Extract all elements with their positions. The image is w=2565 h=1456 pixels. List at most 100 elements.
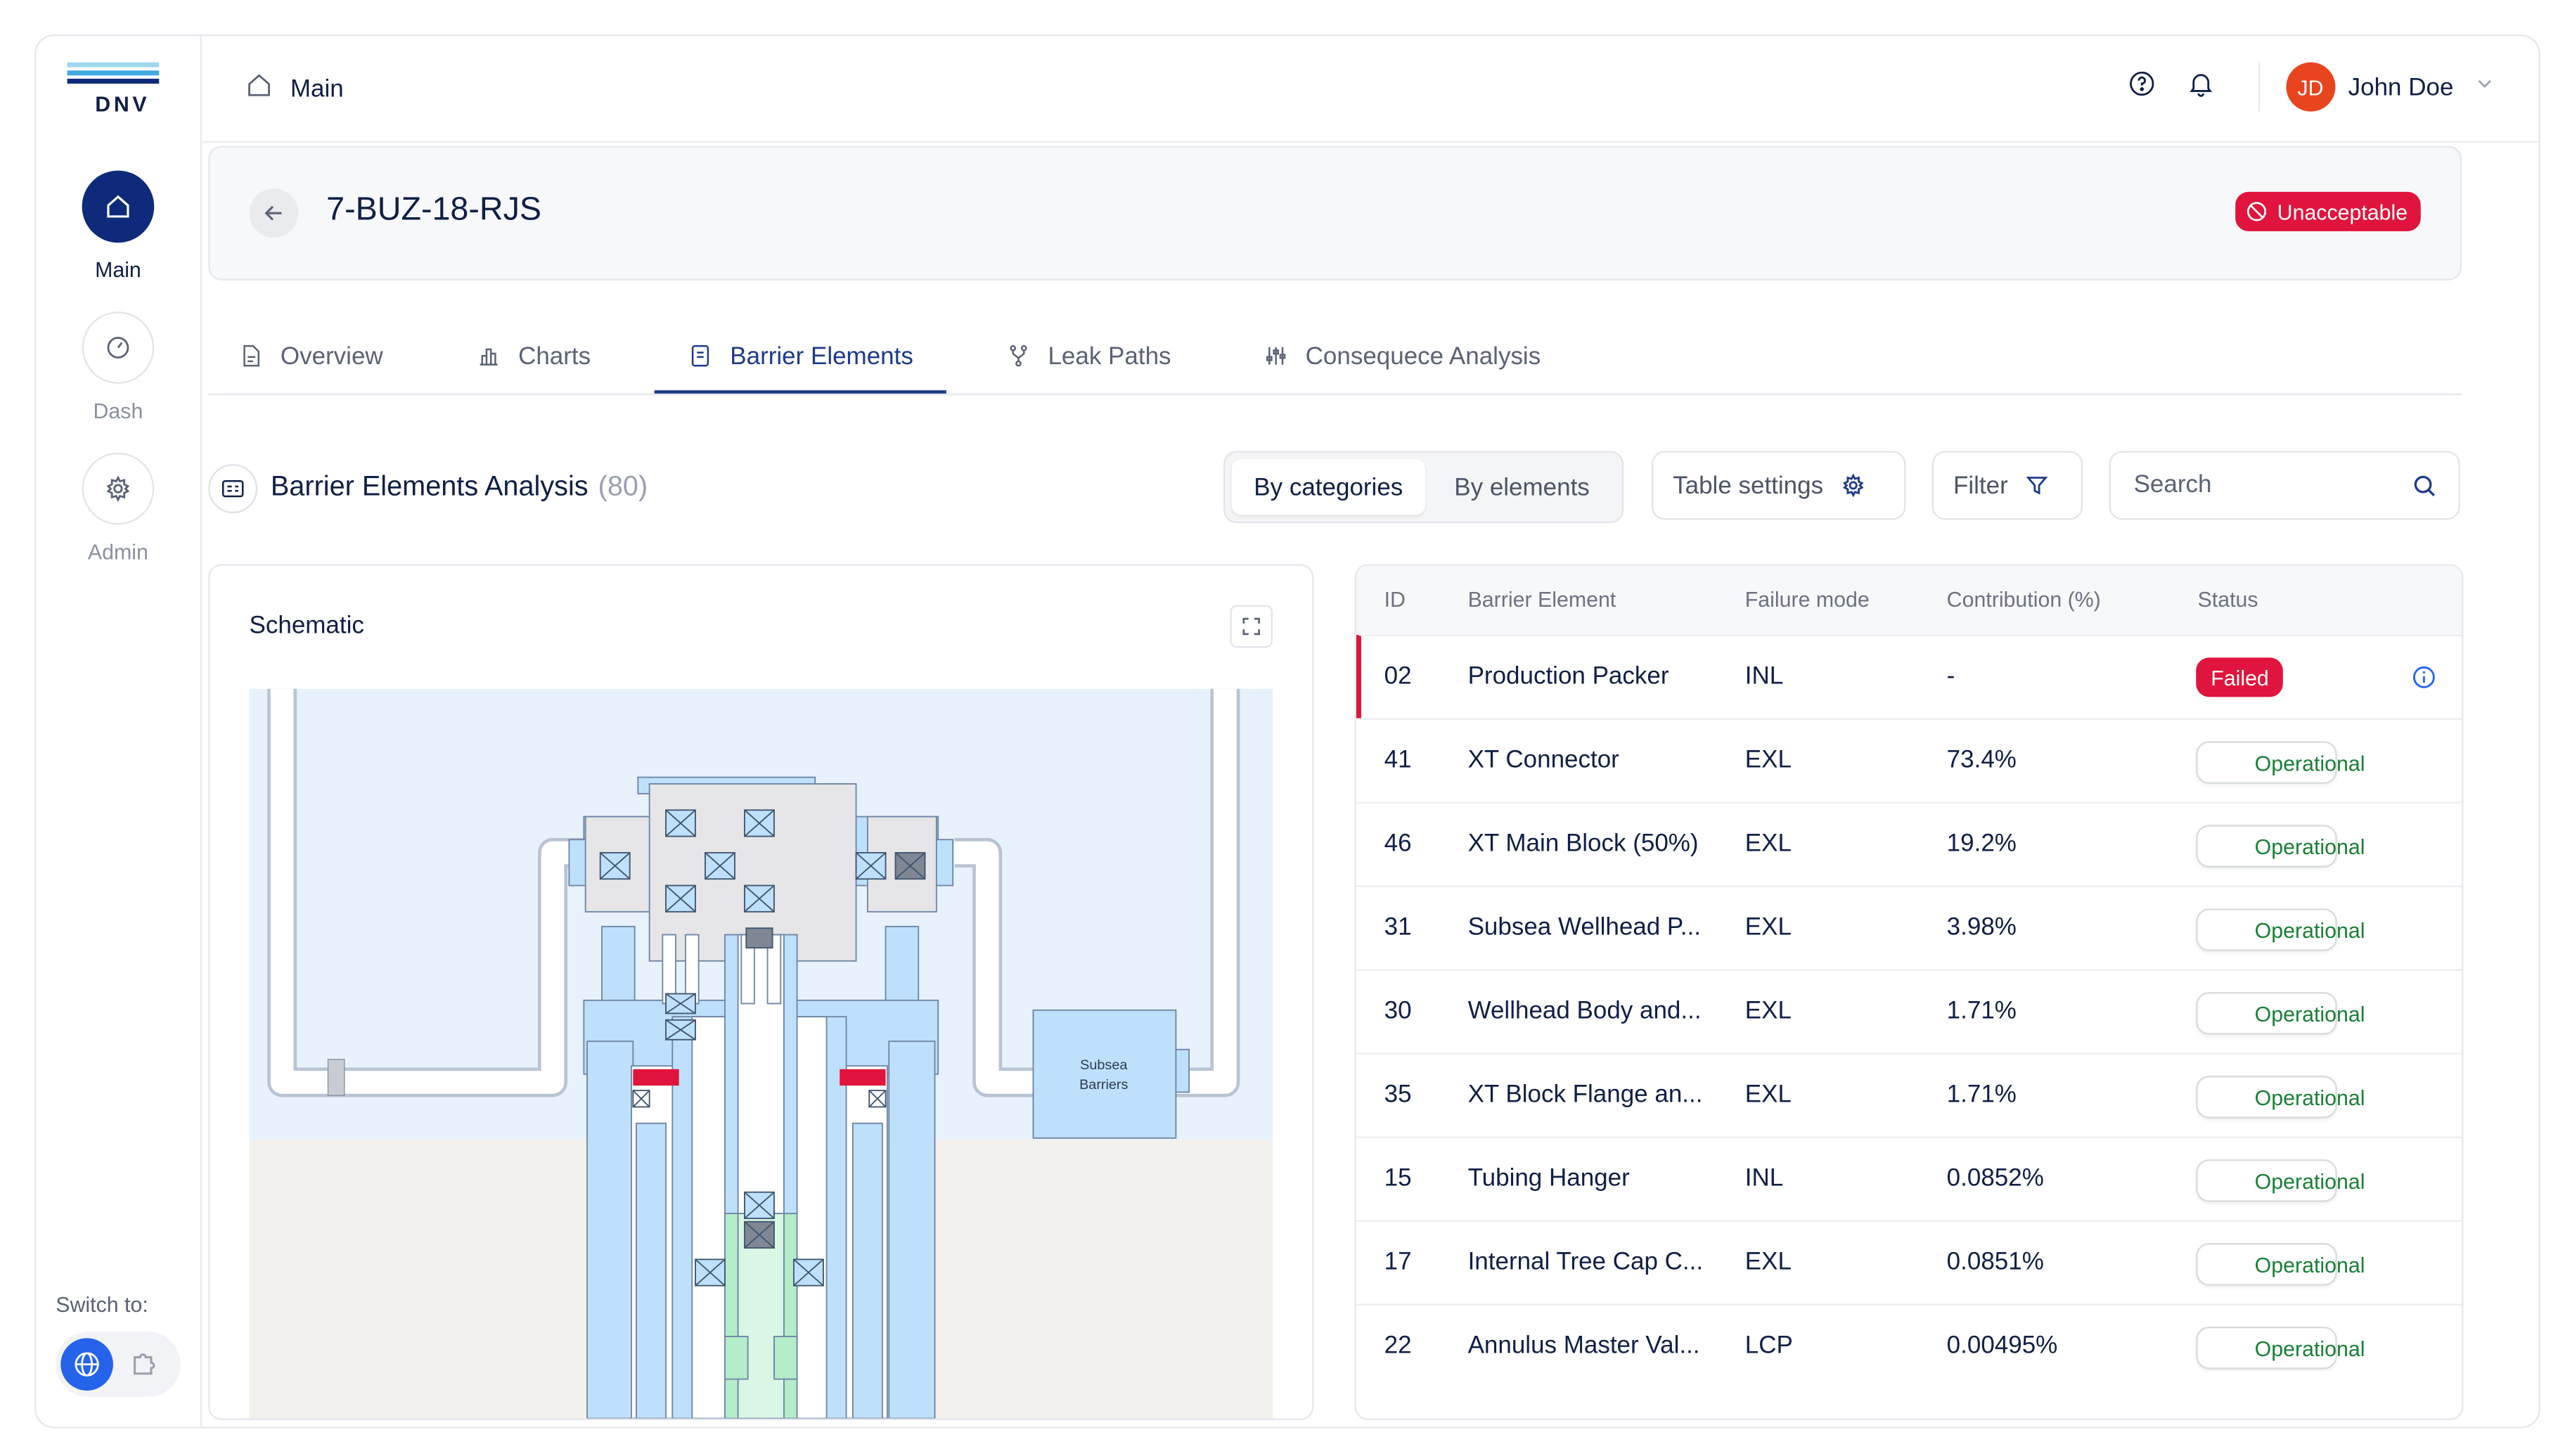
table-row[interactable]: 17 Internal Tree Cap C... EXL 0.0851% Operat… [1356, 1220, 2462, 1303]
tab-label: Overview [280, 342, 383, 370]
page-title: 7-BUZ-18-RJS [326, 191, 542, 228]
branch-icon [1010, 344, 1027, 367]
status-badge-operational: Operational [2196, 1159, 2365, 1202]
column-header-barrier-element[interactable]: Barrier Element [1468, 587, 1616, 612]
toggle-by-elements[interactable]: By elements [1425, 459, 1619, 515]
expand-icon [1242, 617, 1260, 636]
back-button[interactable] [249, 188, 299, 238]
user-name[interactable]: John Doe [2348, 73, 2454, 101]
bell-icon[interactable] [2186, 68, 2216, 106]
status-label: Operational [2254, 1335, 2365, 1360]
table-row[interactable]: 15 Tubing Hanger INL 0.0852% Operational [1356, 1136, 2462, 1220]
status-badge-operational: Operational [2196, 1243, 2365, 1286]
filter-label: Filter [1953, 471, 2008, 500]
chevron-down-icon[interactable] [2473, 71, 2496, 102]
column-header-id[interactable]: ID [1384, 587, 1406, 612]
table-row[interactable]: 35 XT Block Flange an... EXL 1.71% Operation… [1356, 1052, 2462, 1136]
help-icon[interactable] [2127, 68, 2156, 106]
cell-failure-mode: EXL [1744, 830, 1792, 858]
cell-id: 15 [1384, 1164, 1412, 1192]
cell-barrier-element: XT Connector [1467, 746, 1619, 774]
cell-contribution: 3.98% [1946, 913, 2017, 941]
blocked-icon [2246, 202, 2265, 221]
table-row[interactable]: 41 XT Connector EXL 73.4% Operational [1356, 718, 2462, 802]
cell-id: 41 [1384, 746, 1412, 774]
status-badge-operational: Operational [2196, 908, 2365, 951]
column-header-failure-mode[interactable]: Failure mode [1745, 587, 1870, 612]
table-header: ID Barrier Element Failure mode Contribu… [1356, 565, 2462, 635]
failed-packer-left [633, 1069, 679, 1086]
status-label: Operational [2254, 750, 2365, 775]
list-icon [692, 344, 709, 367]
sidebar-item-dash[interactable]: Dash [36, 311, 200, 423]
cell-failure-mode: INL [1744, 1164, 1784, 1192]
column-header-contribution[interactable]: Contribution (%) [1947, 587, 2101, 612]
id-card-icon [208, 464, 258, 514]
section-title: Barrier Elements Analysis (80) [271, 470, 648, 503]
table-row[interactable]: 22 Annulus Master Val... LCP 0.00495% Operat… [1356, 1303, 2462, 1387]
table-settings-button[interactable]: Table settings [1651, 451, 1906, 520]
info-icon[interactable] [2411, 664, 2437, 690]
schematic-panel: Schematic Subsea Barriers [208, 564, 1314, 1420]
cell-contribution: 1.71% [1946, 1081, 2017, 1109]
cell-barrier-element: Tubing Hanger [1467, 1164, 1630, 1192]
subsea-barriers-box[interactable] [1032, 1009, 1177, 1139]
status-label: Operational [2254, 1168, 2365, 1193]
sidebar-item-label: Dash [93, 398, 143, 423]
tab-overview[interactable]: Overview [238, 321, 383, 390]
table-row[interactable]: 31 Subsea Wellhead P... EXL 3.98% Operationa… [1356, 885, 2462, 969]
status-badge-label: Unacceptable [2277, 199, 2408, 224]
cell-id: 46 [1384, 830, 1412, 858]
table-row[interactable]: 02 Production Packer INL - Failed [1356, 634, 2462, 719]
expand-button[interactable] [1230, 605, 1273, 648]
avatar[interactable]: JD [2285, 62, 2335, 112]
cell-contribution: 0.00495% [1946, 1331, 2058, 1360]
cell-contribution: - [1946, 662, 1955, 690]
sliders-icon [1266, 347, 1286, 365]
tab-consequence-analysis[interactable]: Consequece Analysis [1263, 321, 1541, 390]
tab-charts[interactable]: Charts [475, 321, 591, 390]
sidebar-item-admin[interactable]: Admin [36, 452, 200, 564]
filter-icon [2026, 477, 2049, 495]
dnv-logo[interactable]: DNV [67, 62, 162, 118]
cell-failure-mode: INL [1744, 662, 1784, 690]
well-schematic-diagram[interactable]: Subsea Barriers [249, 688, 1273, 1419]
cell-failure-mode: LCP [1744, 1331, 1793, 1360]
logo-text: DNV [95, 91, 150, 117]
status-label: Operational [2254, 1251, 2365, 1277]
filter-button[interactable]: Filter [1931, 451, 2083, 520]
column-header-status[interactable]: Status [2198, 587, 2258, 612]
section-title-text: Barrier Elements Analysis [270, 470, 589, 502]
search-icon[interactable] [2411, 472, 2439, 501]
table-row[interactable]: 46 XT Main Block (50%) EXL 19.2% Operational [1356, 801, 2462, 886]
table-settings-label: Table settings [1673, 471, 1824, 500]
tab-bar: Overview Charts Barrier Elements Leak Pa… [208, 321, 2462, 396]
gauge-icon [82, 311, 155, 384]
sidebar-item-main[interactable]: Main [36, 170, 200, 283]
breadcrumb-label: Main [290, 75, 344, 103]
well-header: 7-BUZ-18-RJS Unacceptable [208, 146, 2462, 281]
tab-label: Leak Paths [1048, 342, 1171, 370]
view-toggle: By categories By elements [1223, 451, 1624, 524]
sidebar-item-label: Main [95, 257, 141, 283]
cell-barrier-element: XT Main Block (50%) [1467, 830, 1699, 858]
cell-id: 35 [1384, 1081, 1412, 1109]
cell-failure-mode: EXL [1744, 997, 1792, 1025]
cell-failure-mode: EXL [1744, 1081, 1792, 1109]
section-count: (80) [598, 470, 648, 502]
table-row[interactable]: 30 Wellhead Body and... EXL 1.71% Operationa… [1356, 969, 2462, 1053]
toggle-by-categories[interactable]: By categories [1231, 459, 1425, 515]
cell-id: 30 [1384, 997, 1412, 1025]
search-input[interactable] [2130, 469, 2384, 501]
tab-leak-paths[interactable]: Leak Paths [1005, 321, 1171, 390]
globe-icon[interactable] [60, 1338, 113, 1391]
failed-packer-right [840, 1069, 886, 1086]
status-badge-operational: Operational [2196, 1076, 2365, 1119]
workspace-switch[interactable] [56, 1331, 181, 1398]
tab-barrier-elements[interactable]: Barrier Elements [654, 321, 946, 394]
status-label: Operational [2254, 1000, 2365, 1026]
breadcrumb[interactable]: Main [245, 70, 344, 106]
subsea-barriers-label-1: Subsea [1080, 1057, 1128, 1073]
status-badge-operational: Operational [2196, 1326, 2365, 1370]
puzzle-icon[interactable] [128, 1346, 161, 1387]
